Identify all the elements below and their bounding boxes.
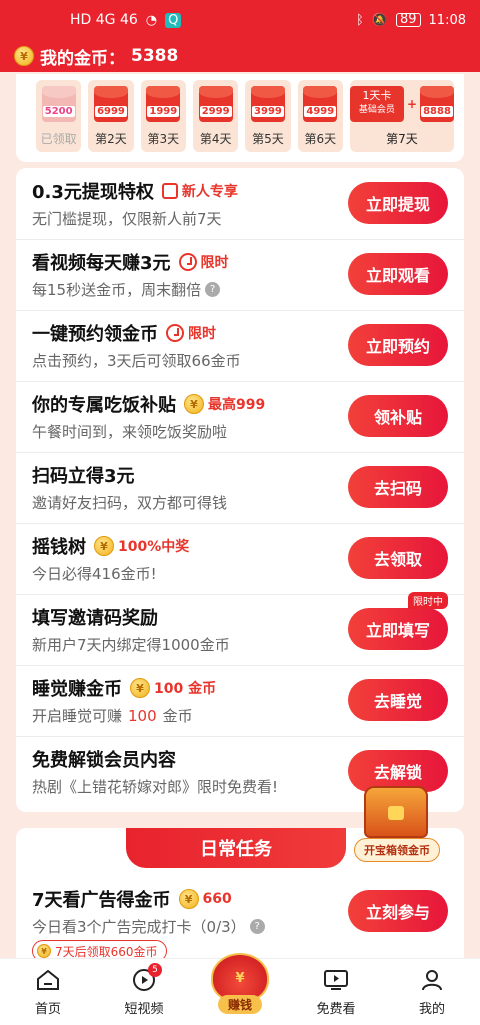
coin-icon: ¥ (37, 944, 51, 958)
limited-tag: 限时中 (408, 592, 448, 609)
list-item: 你的专属吃饭补贴 ¥ 最高999 午餐时间到，来领吃饭奖励啦 领补贴 (16, 381, 464, 453)
list-item: 扫码立得3元 邀请好友扫码，双方都可得钱 去扫码 (16, 452, 464, 524)
signin-day[interactable]: 2999 第4天 (192, 80, 239, 152)
bluetooth-icon: ᛒ (355, 12, 364, 28)
signin-day[interactable]: 3999 第5天 (245, 80, 291, 152)
gift-icon (161, 183, 178, 199)
reserve-button[interactable]: 立即预约 (348, 324, 448, 366)
clock-time: 11:08 (428, 12, 466, 28)
bottom-tab-bar: 首页 5 短视频 ¥ 赚钱 免费看 我的 (0, 953, 480, 1025)
tab-mine[interactable]: 我的 (384, 959, 480, 1025)
tab-home[interactable]: 首页 (0, 959, 96, 1025)
tab-short-video[interactable]: 5 短视频 (96, 959, 192, 1025)
coin-icon: ¥ (130, 678, 150, 698)
coin-value: 5388 (131, 46, 179, 66)
signin-strip: 5200 已领取 6999 第2天 1999 第3天 2999 第4天 3999 第5天 … (16, 74, 464, 162)
signin-day[interactable]: 4999 第6天 (297, 80, 343, 152)
signin-day[interactable]: 5200 已领取 (36, 80, 82, 152)
help-icon[interactable]: ? (205, 282, 221, 297)
fill-invite-button[interactable]: 立即填写 (348, 608, 448, 650)
signin-day[interactable]: 1999 第3天 (140, 80, 186, 152)
status-bar: HD 4G 46 ◔ Q ᛒ 🔕 89 11:08 (0, 0, 480, 40)
watch-button[interactable]: 立即观看 (348, 253, 448, 295)
coin-icon: ¥ (14, 46, 34, 66)
withdraw-button[interactable]: 立即提现 (348, 182, 448, 224)
tv-play-icon (323, 968, 349, 992)
scan-button[interactable]: 去扫码 (348, 466, 448, 508)
list-item: 0.3元提现特权 新人专享 无门槛提现，仅限新人前7天 立即提现 (16, 168, 464, 240)
signin-day[interactable]: 6999 第2天 (88, 80, 134, 152)
list-item: 7天看广告得金币 ¥660 今日看3个广告完成打卡（0/3）? 立刻参与 (16, 876, 464, 948)
tab-free-watch[interactable]: 免费看 (288, 959, 384, 1025)
sleep-button[interactable]: 去睡觉 (348, 679, 448, 721)
clock-icon (166, 324, 184, 342)
list-item: 睡觉赚金币 ¥100 金币 开启睡觉可赚 100 金币 去睡觉 (16, 665, 464, 737)
chest-label: 开宝箱领金币 (354, 838, 440, 862)
task-list: 0.3元提现特权 新人专享 无门槛提现，仅限新人前7天 立即提现 看视频每天赚3元… (16, 168, 464, 812)
red-envelope-icon: 2999 (198, 86, 233, 122)
section-title: 日常任务 (126, 828, 346, 868)
meal-subsidy-button[interactable]: 领补贴 (348, 395, 448, 437)
treasure-chest-button[interactable]: 开宝箱领金币 (354, 786, 440, 866)
red-envelope-icon: 6999 (93, 86, 128, 122)
join-button[interactable]: 立刻参与 (348, 890, 448, 932)
red-envelope-icon: 1999 (146, 86, 181, 122)
help-icon[interactable]: ? (249, 919, 265, 934)
home-icon (35, 968, 61, 992)
tab-earn[interactable]: ¥ 赚钱 (192, 953, 288, 1025)
coin-icon: ¥ (178, 889, 199, 909)
wifi-icon: ◔ (145, 12, 158, 28)
signin-day-7[interactable]: 1天卡 基础会员 + 8888 第7天 (349, 80, 454, 152)
red-envelope-icon: 3999 (250, 86, 285, 122)
list-item: 填写邀请码奖励 新用户7天内绑定得1000金币 立即填写 限时中 (16, 592, 464, 666)
vip-card-reward: 1天卡 基础会员 (349, 86, 404, 122)
network-indicator: HD 4G 46 (70, 12, 138, 28)
claim-button[interactable]: 去领取 (348, 537, 448, 579)
search-app-icon: Q (165, 12, 182, 28)
notification-badge: 5 (148, 963, 162, 977)
red-envelope-icon: 5200 (41, 86, 76, 122)
red-envelope-icon: 4999 (303, 86, 338, 122)
mute-icon: 🔕 (371, 12, 388, 28)
red-envelope-icon: 8888 (420, 86, 454, 122)
coin-label: 我的金币： (40, 48, 125, 69)
clock-icon (178, 253, 197, 271)
list-item: 看视频每天赚3元 限时 每15秒送金币，周末翻倍? 立即观看 (16, 239, 464, 311)
coin-icon: ¥ (184, 394, 204, 414)
battery-icon: 89 (395, 13, 421, 27)
coin-header: ¥ 我的金币： 5388 (0, 40, 480, 72)
user-icon (419, 968, 445, 992)
coin-icon: ¥ (94, 536, 114, 556)
list-item: 一键预约领金币 限时 点击预约，3天后可领取66金币 立即预约 (16, 310, 464, 382)
list-item: 摇钱树 ¥100%中奖 今日必得416金币! 去领取 (16, 523, 464, 595)
newbie-badge: 新人专享 (161, 181, 238, 201)
